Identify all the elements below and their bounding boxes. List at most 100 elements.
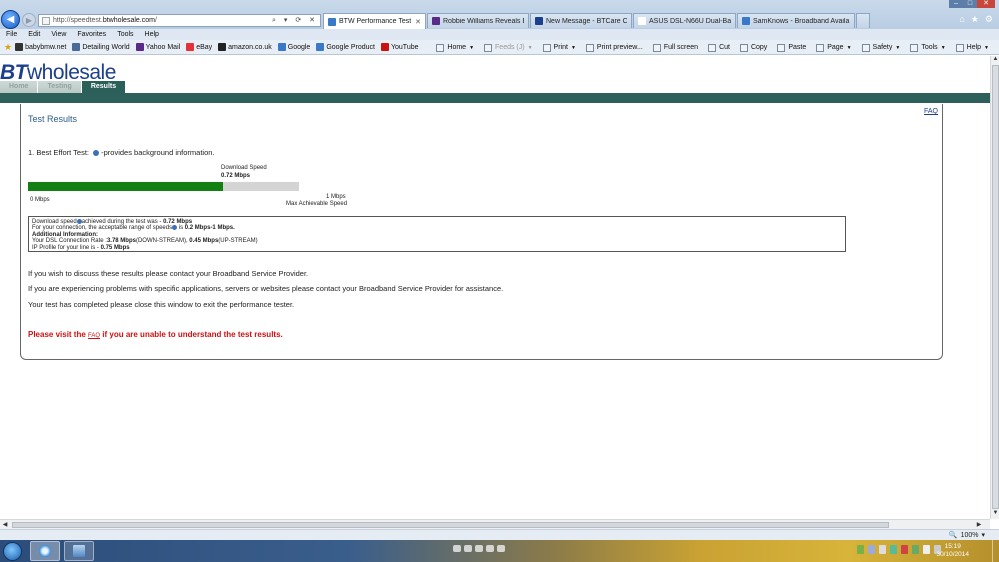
info-line-ip-profile: IP Profile for your line is - 0.75 Mbps	[32, 245, 842, 251]
favorites-star-icon[interactable]: ★	[4, 42, 12, 53]
scale-max-label: 1 Mbps	[326, 194, 346, 200]
command-icon	[739, 43, 748, 52]
tab-5[interactable]: SamKnows - Broadband Availa...	[737, 13, 855, 28]
favorite-4[interactable]: eBay	[186, 43, 212, 51]
download-speed-value: 0.72 Mbps	[221, 173, 251, 179]
command-page[interactable]: Page ▼	[816, 43, 852, 52]
page-icon	[42, 16, 50, 25]
command-paste[interactable]: Paste	[777, 43, 806, 52]
speed-bar-fill	[28, 182, 224, 191]
tab-4[interactable]: ASUS DSL-N66U Dual-Band W...	[633, 13, 736, 28]
favorite-5[interactable]: amazon.co.uk	[218, 43, 272, 51]
taskbar-internet-explorer[interactable]	[30, 541, 60, 561]
new-tab-button[interactable]	[856, 13, 870, 28]
tab-2[interactable]: Robbie Williams Reveals Baby ...	[427, 13, 529, 28]
vertical-scroll-thumb[interactable]	[992, 65, 999, 509]
nav-tab-testing[interactable]: Testing	[38, 81, 82, 93]
url-host: btwholesale.com	[102, 17, 155, 24]
command-home[interactable]: Home ▼	[436, 43, 474, 52]
command-icon	[777, 43, 786, 52]
show-desktop-button[interactable]	[992, 540, 999, 562]
command-label: Copy	[750, 44, 768, 51]
command-full-screen[interactable]: Full screen	[652, 43, 698, 52]
faq-link[interactable]: FAQ	[924, 108, 938, 115]
desktop-icon[interactable]	[453, 545, 461, 552]
tray-icon[interactable]	[879, 545, 886, 554]
scroll-down-icon[interactable]: ▼	[991, 510, 999, 519]
menu-tools[interactable]: Tools	[117, 31, 133, 38]
desktop-icon[interactable]	[486, 545, 494, 552]
tray-icon[interactable]	[857, 545, 864, 554]
command-print[interactable]: Print ▼	[542, 43, 576, 52]
tab-1[interactable]: BTW Performance Test ✕	[323, 13, 426, 29]
header-band	[0, 93, 990, 103]
home-icon[interactable]: ⌂	[959, 14, 964, 25]
network-icon[interactable]	[923, 545, 930, 554]
page-title: Test Results	[28, 114, 78, 124]
desktop-icon[interactable]	[497, 545, 505, 552]
tray-icon[interactable]	[868, 545, 875, 554]
message-application-problems: If you are experiencing problems with sp…	[28, 284, 504, 293]
command-label: Cut	[719, 44, 730, 51]
command-print-preview-[interactable]: Print preview...	[585, 43, 643, 52]
tab-close-icon[interactable]: ✕	[411, 18, 421, 26]
address-bar[interactable]: http://speedtest. btwholesale.com / ⌕ ▾ ⟳ …	[38, 14, 321, 27]
download-speed-label: Download Speed	[221, 165, 267, 171]
menu-help[interactable]: Help	[145, 31, 159, 38]
address-tools[interactable]: ⌕ ▾ ⟳ ✕	[272, 16, 318, 25]
menu-view[interactable]: View	[51, 31, 66, 38]
taskbar-control-panel[interactable]	[64, 541, 94, 561]
info-text: Download speed	[32, 219, 77, 226]
tray-icon[interactable]	[912, 545, 919, 554]
zoom-level: 100%	[960, 531, 979, 539]
scale-min-label: 0 Mbps	[30, 197, 50, 203]
tab-3[interactable]: New Message - BTCare Comm...	[530, 13, 632, 28]
command-help[interactable]: Help ▼	[955, 43, 989, 52]
faq-inline-link[interactable]: FAQ	[88, 333, 100, 339]
command-safety[interactable]: Safety ▼	[861, 43, 900, 52]
desktop-icon[interactable]	[464, 545, 472, 552]
command-icon	[708, 43, 717, 52]
zoom-control[interactable]: 🔍 100% ▾	[949, 531, 985, 540]
command-copy[interactable]: Copy	[739, 43, 768, 52]
horizontal-scrollbar[interactable]: ◀ ▶	[0, 519, 990, 529]
close-button[interactable]: ✕	[977, 0, 995, 8]
menu-file[interactable]: File	[6, 31, 17, 38]
maximize-button[interactable]: □	[963, 0, 977, 8]
favorite-2[interactable]: Detailing World	[72, 43, 130, 51]
command-tools[interactable]: Tools ▼	[910, 43, 946, 52]
clock[interactable]: 15:19 30/10/2014	[936, 543, 969, 559]
tray-icon[interactable]	[901, 545, 908, 554]
start-button[interactable]	[3, 542, 22, 561]
tab-favicon-icon	[535, 17, 543, 25]
menu-favorites[interactable]: Favorites	[77, 31, 106, 38]
vertical-scrollbar[interactable]: ▲ ▼	[990, 56, 999, 519]
tab-favicon-icon	[328, 17, 336, 26]
minimize-button[interactable]: –	[949, 0, 963, 8]
favorite-label: YouTube	[390, 43, 419, 51]
favorites-star-icon[interactable]: ★	[971, 14, 979, 25]
scroll-up-icon[interactable]: ▲	[991, 56, 999, 65]
horizontal-scroll-thumb[interactable]	[12, 522, 889, 528]
tab-label: BTW Performance Test	[339, 18, 412, 25]
back-arrow-icon: ◀	[6, 14, 15, 25]
desktop-icon[interactable]	[475, 545, 483, 552]
nav-tab-home[interactable]: Home	[0, 81, 39, 93]
favorites-list: babybmw.net Detailing World Yahoo Mail eBay…	[15, 43, 424, 51]
command-cut[interactable]: Cut	[708, 43, 730, 52]
info-icon[interactable]	[93, 150, 100, 157]
tray-icon[interactable]	[890, 545, 897, 554]
tab-favicon-icon	[432, 17, 440, 25]
nav-tab-results[interactable]: Results	[81, 81, 127, 93]
window-controls: – □ ✕	[949, 0, 995, 8]
favorite-1[interactable]: babybmw.net	[15, 43, 66, 51]
info-value: 0.45 Mbps	[189, 238, 219, 245]
favorite-8[interactable]: YouTube	[380, 43, 419, 51]
forward-button[interactable]: ▶	[22, 13, 36, 27]
favorite-3[interactable]: Yahoo Mail	[135, 43, 180, 51]
favorite-6[interactable]: Google	[277, 43, 310, 51]
back-button[interactable]: ◀	[1, 10, 20, 29]
favorite-7[interactable]: Google Product	[316, 43, 375, 51]
tools-gear-icon[interactable]: ⚙	[985, 14, 993, 25]
menu-edit[interactable]: Edit	[28, 31, 40, 38]
